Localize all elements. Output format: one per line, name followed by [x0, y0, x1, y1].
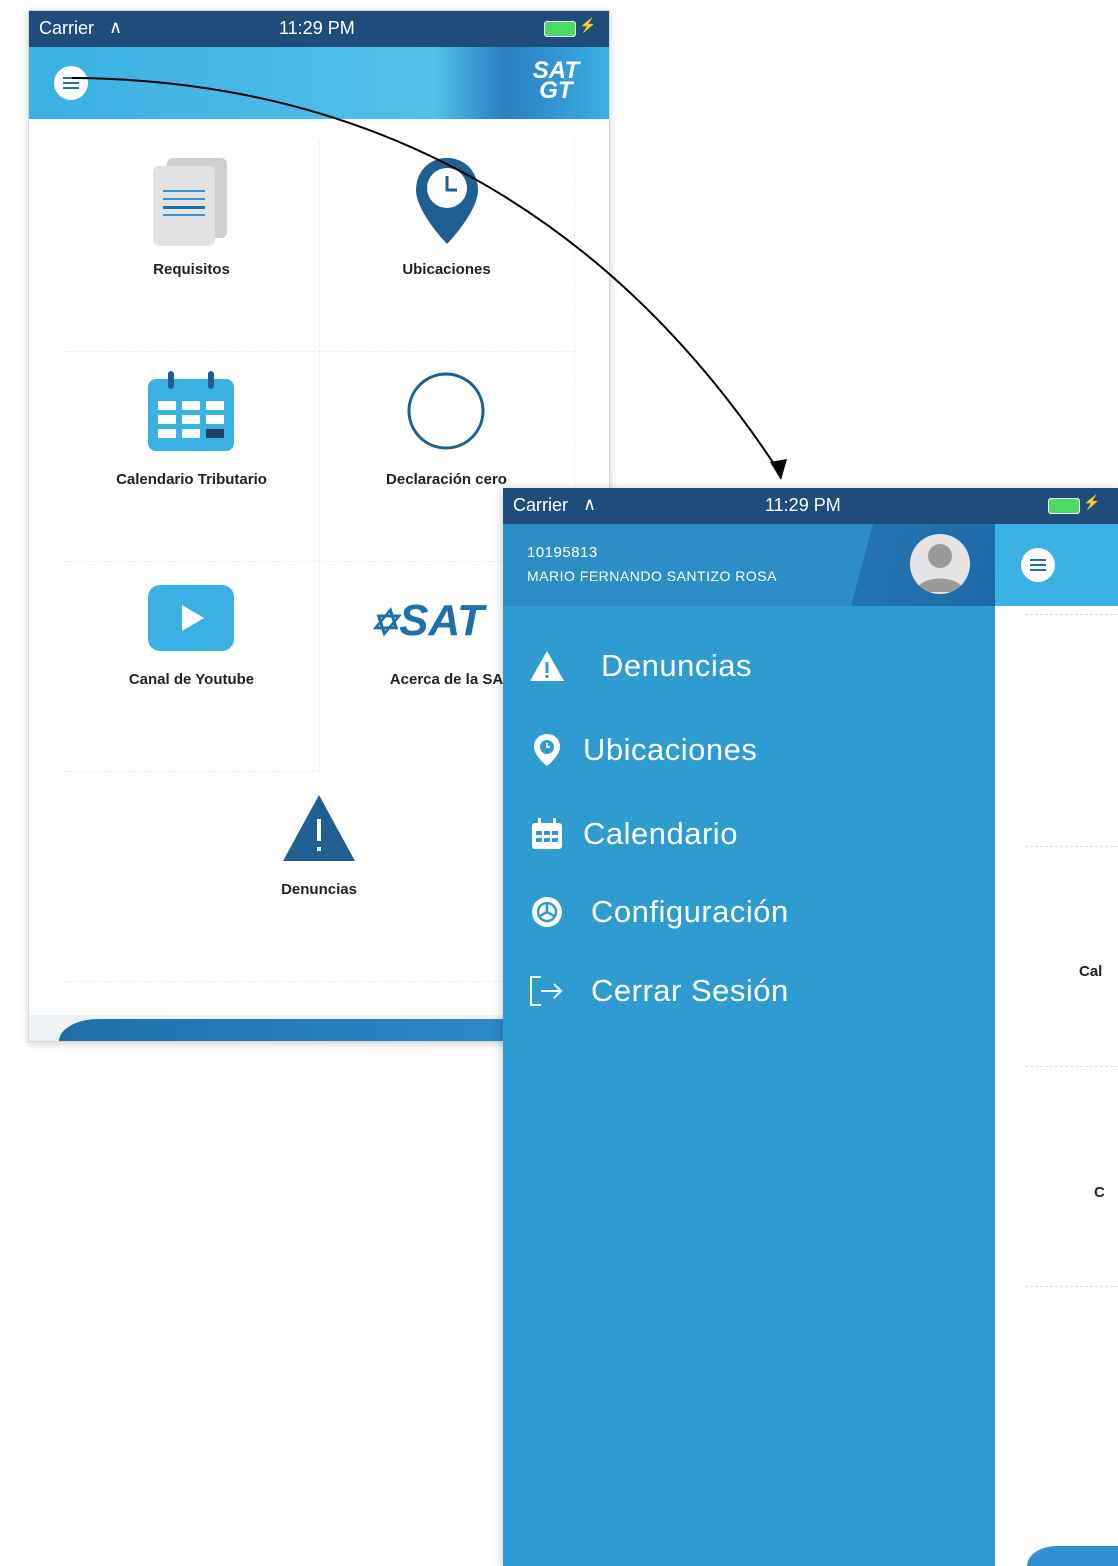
drawer-item-label: Denuncias: [601, 648, 752, 683]
carrier-label: Carrier: [513, 495, 569, 515]
avatar[interactable]: [910, 534, 970, 594]
tile-ubicaciones[interactable]: Ubicaciones: [319, 141, 574, 351]
menu-button[interactable]: [1021, 548, 1055, 582]
tile-label: Denuncias: [281, 881, 357, 898]
sat-logo-text: SAT: [399, 596, 484, 645]
charging-icon: ⚡: [1083, 494, 1101, 510]
status-bar: Carrier ∧ 11:29 PM ⚡: [503, 488, 1118, 524]
warning-icon: [283, 795, 355, 861]
menu-button[interactable]: [54, 66, 88, 100]
peek-label: Cal: [1079, 963, 1103, 980]
tile-canal-youtube[interactable]: Canal de Youtube: [64, 561, 319, 771]
sat-gt-logo: SAT GT: [533, 59, 579, 104]
user-id: 10195813: [527, 544, 598, 561]
location-clock-icon: [416, 158, 478, 244]
drawer-header: 10195813 MARIO FERNANDO SANTIZO ROSA: [503, 524, 995, 606]
tile-label: Declaración cero: [386, 471, 507, 488]
grid-divider: [1025, 1066, 1118, 1067]
grid-divider: [1025, 1286, 1118, 1287]
tile-label: Ubicaciones: [402, 261, 491, 278]
drawer-item-label: Configuración: [591, 894, 789, 929]
drawer-item-label: Cerrar Sesión: [591, 973, 789, 1008]
drawer-screen: Carrier ∧ 11:29 PM ⚡ 10195813 MARIO FERN…: [503, 488, 1118, 1566]
circle-icon: [407, 372, 485, 450]
warning-icon: [527, 646, 567, 686]
youtube-play-icon: [148, 585, 234, 651]
wifi-icon: ∧: [583, 494, 597, 514]
calendar-icon: [148, 371, 234, 451]
time-label: 11:29 PM: [765, 495, 841, 515]
grid-divider: [1025, 846, 1118, 847]
documents-icon: [153, 158, 227, 246]
side-drawer: 10195813 MARIO FERNANDO SANTIZO ROSA Den…: [503, 524, 995, 1566]
tile-denuncias[interactable]: Denuncias: [64, 771, 574, 981]
user-name: MARIO FERNANDO SANTIZO ROSA: [527, 568, 777, 584]
drawer-item-cerrar-sesion[interactable]: Cerrar Sesión: [503, 961, 995, 1021]
sat-logo-icon: ✡SAT: [369, 596, 484, 645]
calendar-icon: [527, 814, 567, 854]
battery-icon: [1048, 498, 1080, 514]
drawer-item-ubicaciones[interactable]: Ubicaciones: [503, 720, 995, 780]
time-label: 11:29 PM: [279, 18, 355, 38]
tile-requisitos[interactable]: Requisitos: [64, 141, 319, 351]
tile-label: Calendario Tributario: [116, 471, 267, 488]
drawer-item-label: Ubicaciones: [583, 732, 758, 767]
tile-label: Requisitos: [153, 261, 230, 278]
logout-icon: [527, 971, 567, 1011]
drawer-item-configuracion[interactable]: Configuración: [503, 882, 995, 942]
main-content-peek: Cal C: [995, 524, 1118, 1566]
tile-label: Canal de Youtube: [128, 671, 255, 688]
grid-divider: [1025, 614, 1118, 615]
wifi-icon: ∧: [109, 17, 123, 37]
location-pin-icon: [527, 730, 567, 770]
bottom-bar: [995, 1544, 1118, 1566]
peek-label: C: [1094, 1184, 1105, 1201]
drawer-item-denuncias[interactable]: Denuncias: [503, 636, 995, 696]
logo-line2: GT: [539, 77, 573, 104]
nav-bar: [995, 524, 1118, 606]
tile-calendario-tributario[interactable]: Calendario Tributario: [64, 351, 319, 561]
gear-icon: [527, 892, 567, 932]
status-bar: Carrier ∧ 11:29 PM ⚡: [29, 11, 609, 47]
battery-icon: [544, 21, 576, 37]
charging-icon: ⚡: [579, 17, 597, 33]
drawer-item-label: Calendario: [583, 816, 738, 851]
user-avatar-icon: [916, 544, 964, 592]
nav-bar: SAT GT: [29, 47, 609, 119]
drawer-item-calendario[interactable]: Calendario: [503, 804, 995, 864]
carrier-label: Carrier: [39, 18, 95, 38]
